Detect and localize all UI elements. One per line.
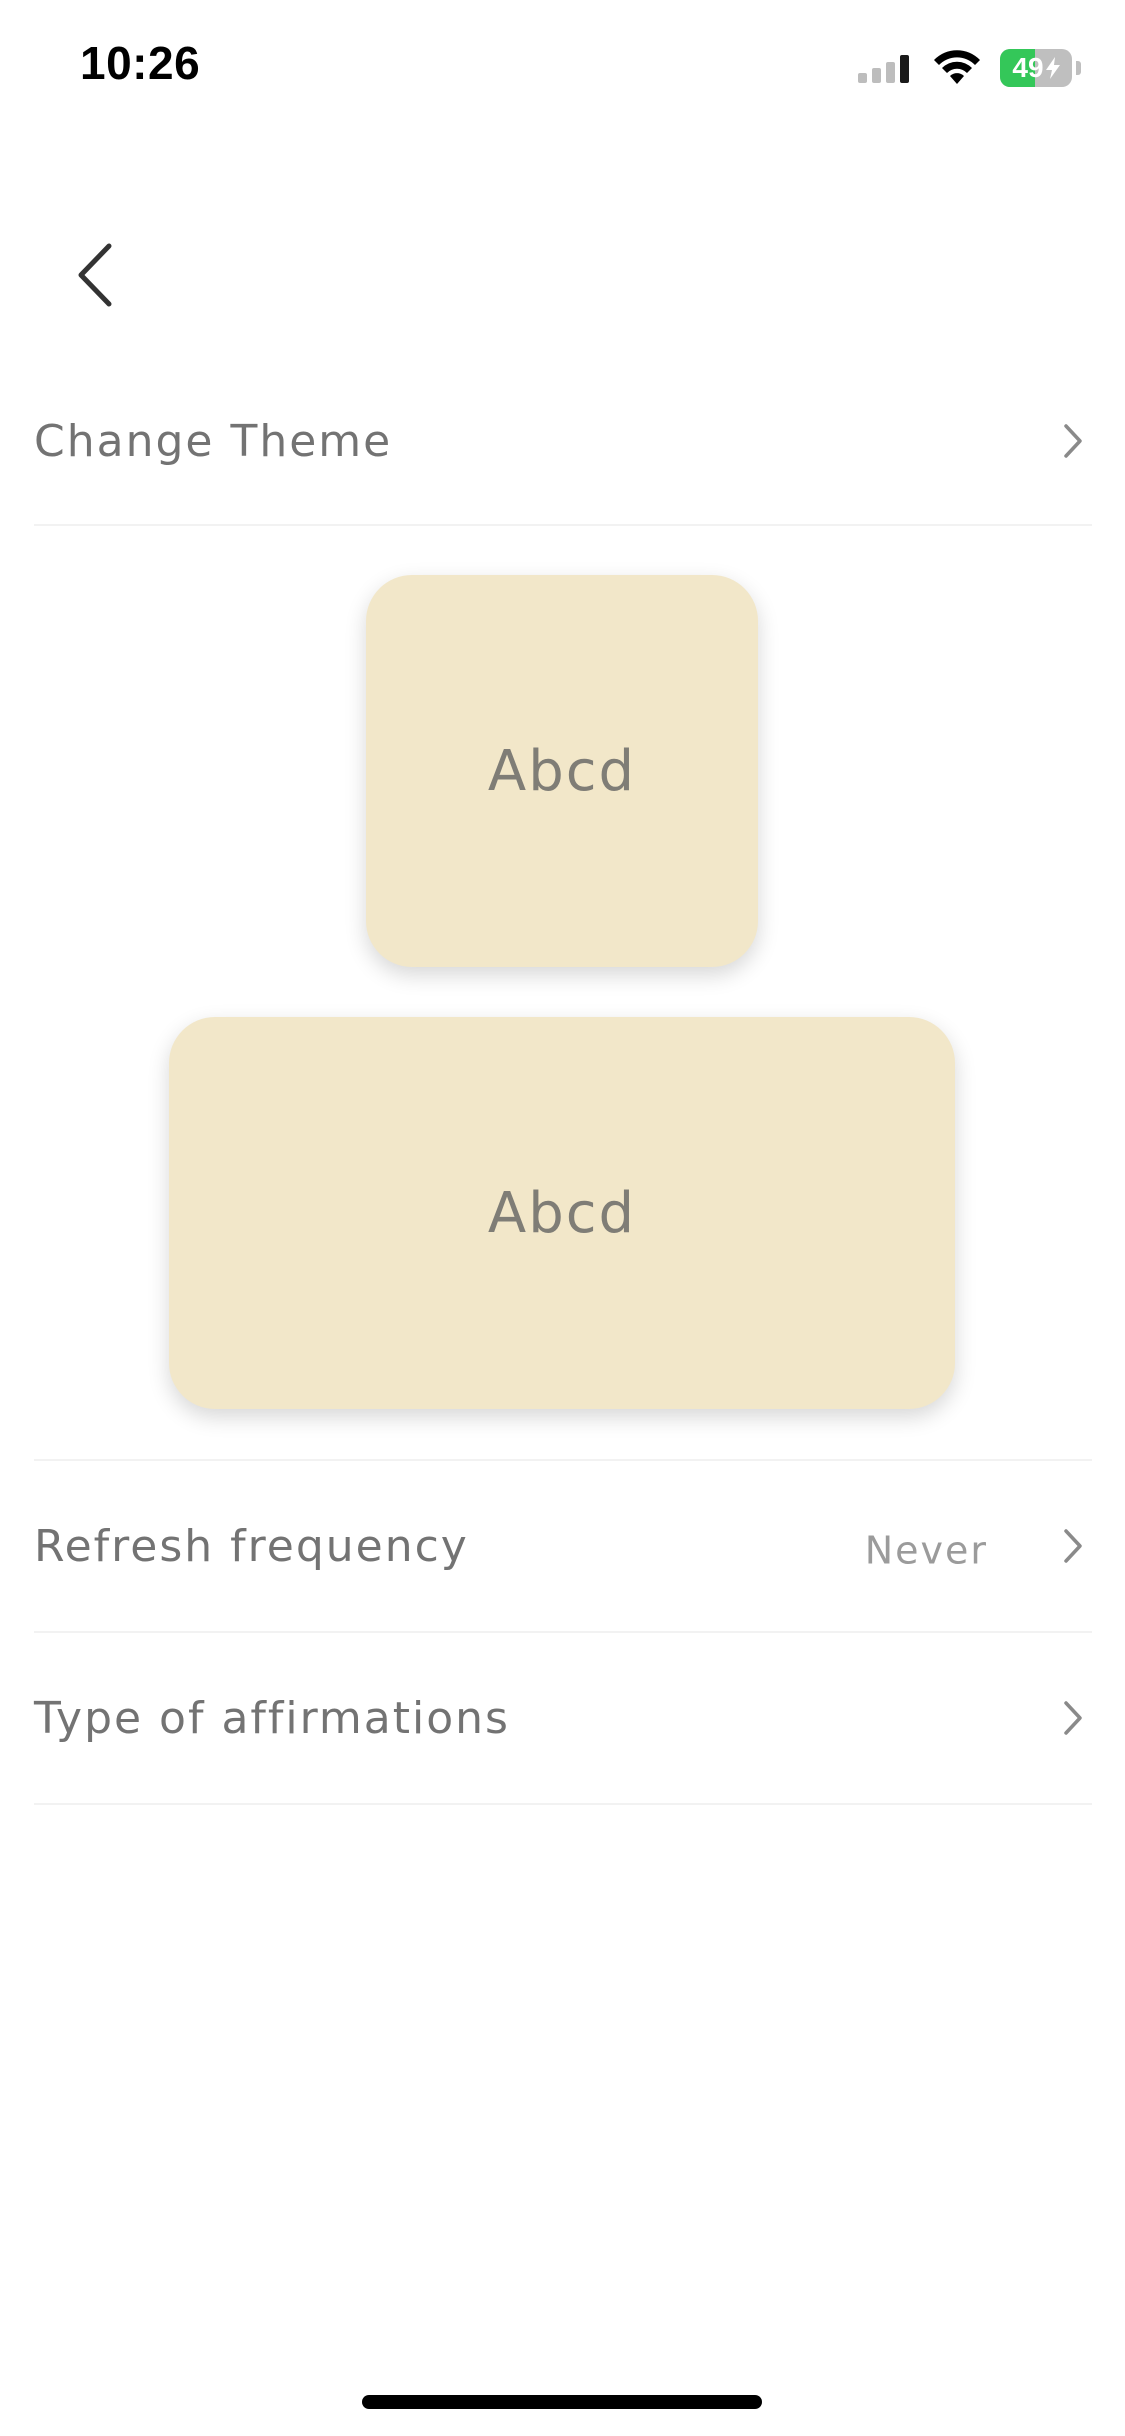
change-theme-row[interactable]: Change Theme (34, 358, 1092, 526)
type-of-affirmations-label: Type of affirmations (34, 1692, 510, 1744)
status-icons: 49 (858, 46, 1081, 90)
change-theme-label: Change Theme (34, 415, 393, 467)
refresh-frequency-label: Refresh frequency (34, 1520, 469, 1572)
back-button[interactable] (60, 230, 130, 320)
battery-charging-icon: 49 (1000, 49, 1072, 87)
status-bar: 10:26 49 (0, 0, 1125, 140)
medium-widget-text: Abcd (487, 1180, 637, 1246)
medium-widget-preview[interactable]: Abcd (169, 1017, 955, 1409)
small-widget-text: Abcd (487, 738, 637, 804)
battery-cap (1076, 61, 1081, 75)
chevron-right-icon (1064, 424, 1082, 458)
cellular-signal-icon (858, 55, 909, 83)
refresh-frequency-row[interactable]: Refresh frequency Never (34, 1461, 1092, 1633)
bolt-icon (1045, 57, 1060, 79)
chevron-right-icon (1064, 1529, 1082, 1563)
chevron-left-icon (78, 243, 112, 307)
status-time: 10:26 (80, 37, 201, 89)
refresh-frequency-value: Never (864, 1528, 988, 1573)
wifi-icon (934, 50, 980, 84)
type-of-affirmations-row[interactable]: Type of affirmations (34, 1633, 1092, 1805)
small-widget-preview[interactable]: Abcd (366, 575, 758, 967)
home-indicator[interactable] (362, 2395, 762, 2409)
chevron-right-icon (1064, 1701, 1082, 1735)
battery-level: 49 (1012, 52, 1044, 83)
